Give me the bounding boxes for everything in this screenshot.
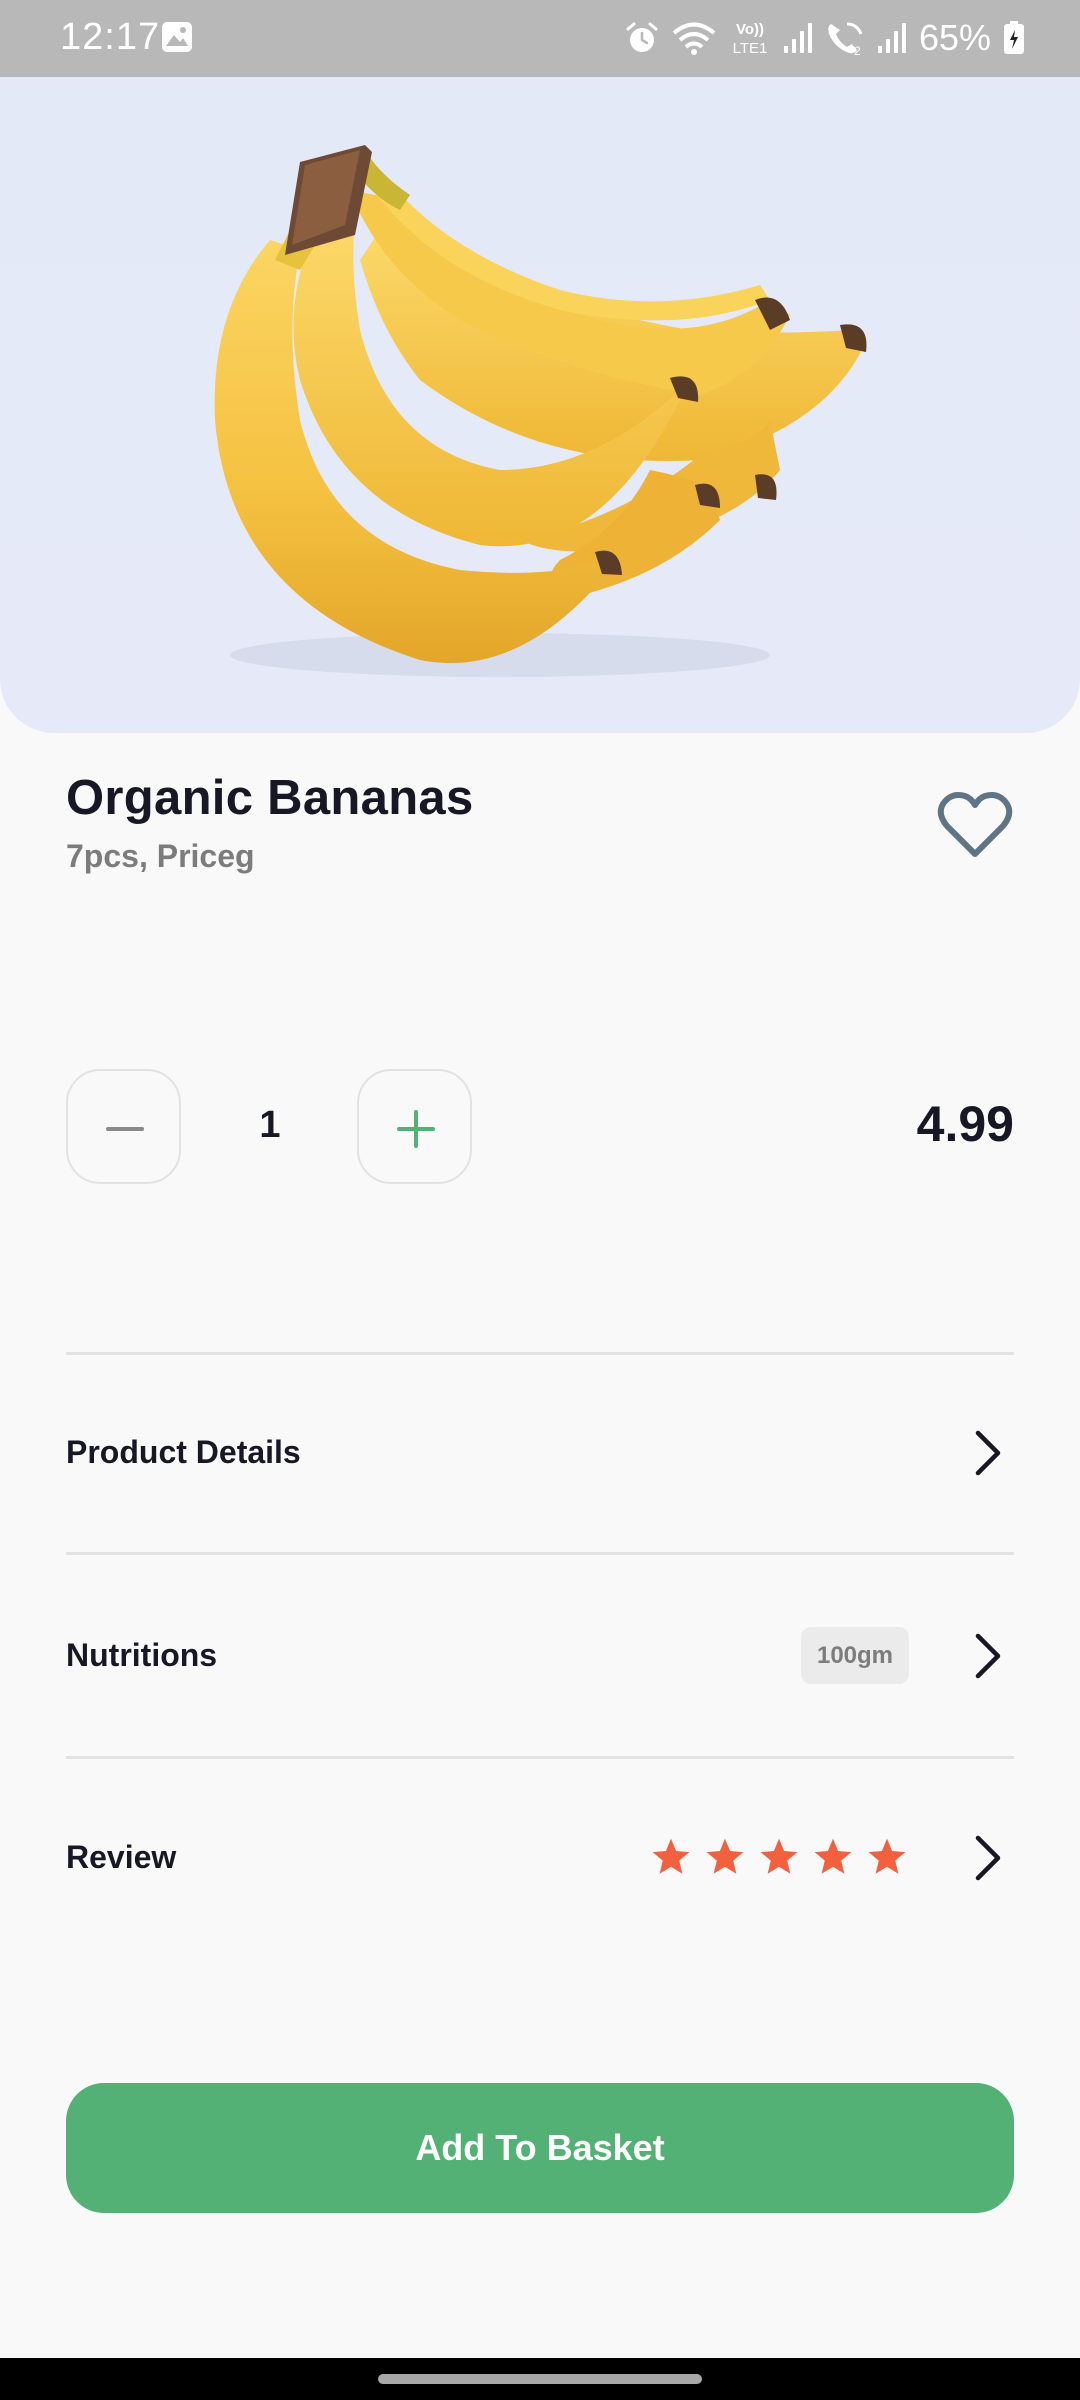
product-image-area xyxy=(0,77,1080,733)
chevron-right-icon[interactable] xyxy=(968,1428,1008,1478)
review-stars xyxy=(650,1836,908,1878)
minus-icon xyxy=(106,1127,144,1131)
nutritions-badge: 100gm xyxy=(801,1627,909,1684)
divider xyxy=(66,1552,1014,1555)
signal-icon-sim1 xyxy=(783,23,812,53)
svg-text:2: 2 xyxy=(854,44,861,56)
alarm-icon xyxy=(626,22,658,52)
increase-quantity-button[interactable] xyxy=(357,1069,472,1184)
product-details-label[interactable]: Product Details xyxy=(66,1434,301,1471)
chevron-right-icon[interactable] xyxy=(968,1833,1008,1883)
navigation-bar xyxy=(0,2358,1080,2400)
star-icon xyxy=(814,1838,852,1874)
status-bar: 12:17 Vo)) LTE1 2 65% xyxy=(0,0,1080,77)
product-price: 4.99 xyxy=(916,1096,1014,1152)
add-to-basket-button[interactable]: Add To Basket xyxy=(66,2083,1014,2213)
battery-percent: 65% xyxy=(918,17,991,58)
svg-text:Vo)): Vo)) xyxy=(736,21,764,38)
product-subtitle: 7pcs, Priceg xyxy=(66,838,255,874)
battery-icon xyxy=(1004,21,1024,54)
gallery-notification-icon xyxy=(162,22,192,52)
volte-icon: Vo)) LTE1 xyxy=(733,21,768,57)
wifi-calling-icon: 2 xyxy=(828,22,863,56)
divider xyxy=(66,1756,1014,1759)
signal-icon-sim2 xyxy=(877,23,906,53)
star-icon xyxy=(706,1838,744,1874)
home-gesture-handle[interactable] xyxy=(378,2374,702,2384)
star-icon xyxy=(652,1838,690,1874)
svg-text:LTE1: LTE1 xyxy=(733,40,768,57)
wifi-icon xyxy=(672,22,716,55)
quantity-value: 1 xyxy=(259,1104,281,1146)
status-time: 12:17 xyxy=(60,16,161,58)
nutritions-label[interactable]: Nutritions xyxy=(66,1637,217,1674)
banana-bunch-image xyxy=(214,145,867,677)
review-label[interactable]: Review xyxy=(66,1839,176,1876)
star-icon xyxy=(760,1838,798,1874)
divider xyxy=(66,1352,1014,1355)
decrease-quantity-button[interactable] xyxy=(66,1069,181,1184)
product-title: Organic Bananas xyxy=(66,771,474,825)
heart-outline-icon[interactable] xyxy=(935,790,1015,860)
chevron-right-icon[interactable] xyxy=(968,1631,1008,1681)
star-icon xyxy=(868,1838,906,1874)
status-icons: Vo)) LTE1 2 65% xyxy=(625,14,1025,62)
plus-icon xyxy=(397,1110,435,1148)
